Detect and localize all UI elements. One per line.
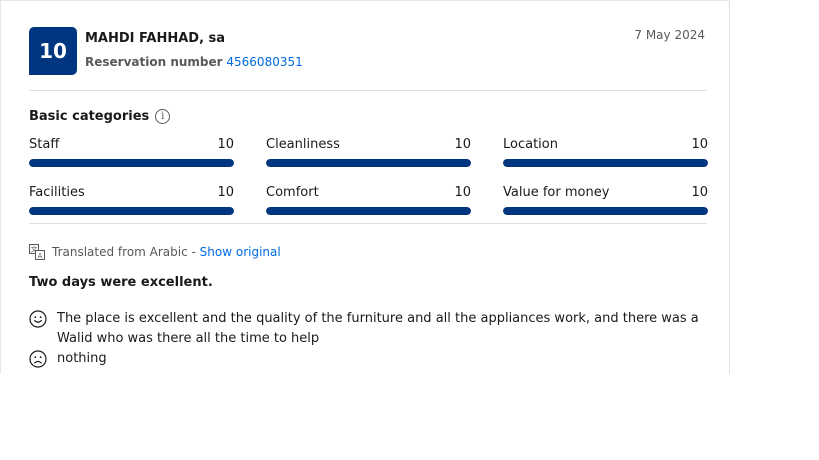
translate-icon: 文 A — [29, 244, 45, 260]
category-label: Location — [503, 137, 558, 152]
category-bar — [503, 207, 708, 215]
review-date: 7 May 2024 — [634, 28, 705, 42]
category-cleanliness: Cleanliness 10 — [266, 137, 471, 167]
category-bar — [266, 159, 471, 167]
category-score: 10 — [691, 185, 708, 200]
category-score: 10 — [454, 137, 471, 152]
category-bar-fill — [29, 207, 234, 215]
category-label: Staff — [29, 137, 60, 152]
category-score: 10 — [217, 137, 234, 152]
category-bar — [503, 159, 708, 167]
translation-text: Translated from Arabic - — [52, 245, 200, 259]
category-label: Cleanliness — [266, 137, 340, 152]
category-label: Comfort — [266, 185, 319, 200]
negative-review-text: nothing — [57, 351, 107, 366]
category-bar-fill — [503, 159, 708, 167]
positive-review: The place is excellent and the quality o… — [29, 309, 709, 349]
category-facilities: Facilities 10 — [29, 185, 234, 215]
category-scores: Staff 10 Cleanliness 10 Location 10 Faci… — [29, 137, 708, 215]
categories-heading-label: Basic categories — [29, 109, 150, 124]
reservation-number[interactable]: 4566080351 — [226, 55, 302, 69]
category-score: 10 — [691, 137, 708, 152]
smile-icon — [29, 310, 47, 328]
positive-review-text: The place is excellent and the quality o… — [57, 311, 699, 346]
category-bar — [29, 207, 234, 215]
category-bar-fill — [503, 207, 708, 215]
category-bar-fill — [266, 159, 471, 167]
review-card: 10 MAHDI FAHHAD, sa Reservation number 4… — [0, 0, 730, 374]
category-score: 10 — [217, 185, 234, 200]
reservation-label: Reservation number — [85, 55, 223, 69]
translation-notice: 文 A Translated from Arabic - Show origin… — [29, 244, 281, 260]
category-bar — [29, 159, 234, 167]
svg-text:A: A — [38, 252, 43, 260]
reservation-info: Reservation number 4566080351 — [85, 55, 303, 69]
category-bar-fill — [266, 207, 471, 215]
review-title: Two days were excellent. — [29, 275, 213, 290]
category-bar-fill — [29, 159, 234, 167]
category-label: Value for money — [503, 185, 610, 200]
negative-review: nothing — [29, 349, 107, 369]
category-label: Facilities — [29, 185, 85, 200]
category-comfort: Comfort 10 — [266, 185, 471, 215]
divider — [29, 90, 707, 91]
category-score: 10 — [454, 185, 471, 200]
show-original-link[interactable]: Show original — [200, 245, 281, 259]
reviewer-name: MAHDI FAHHAD, sa — [85, 31, 226, 46]
category-location: Location 10 — [503, 137, 708, 167]
info-icon[interactable]: i — [155, 109, 171, 124]
score-badge: 10 — [29, 27, 77, 75]
category-bar — [266, 207, 471, 215]
divider — [29, 223, 707, 224]
category-staff: Staff 10 — [29, 137, 234, 167]
category-value-for-money: Value for money 10 — [503, 185, 708, 215]
frown-icon — [29, 350, 47, 368]
categories-heading: Basic categories i — [29, 109, 171, 124]
